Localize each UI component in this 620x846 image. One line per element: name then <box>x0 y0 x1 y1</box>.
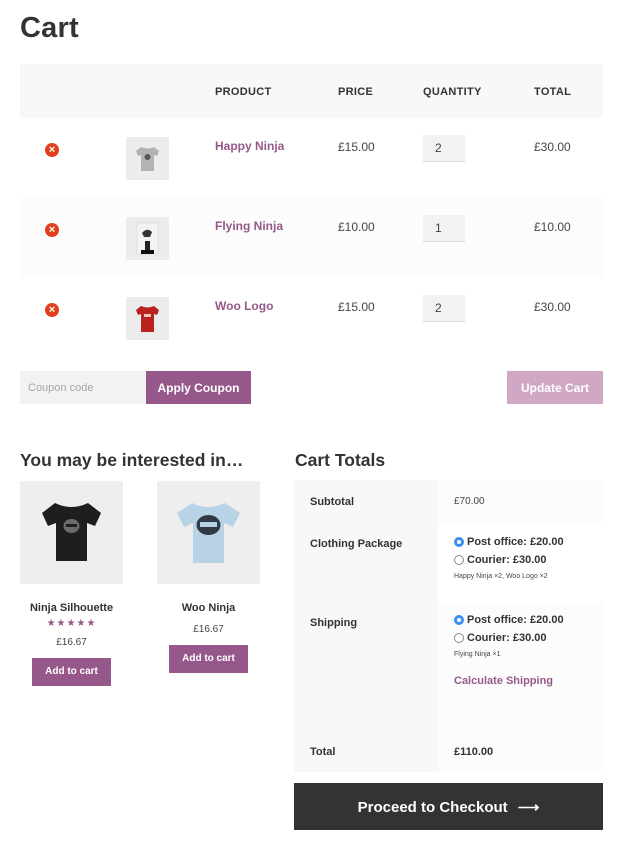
proceed-to-checkout-button[interactable]: Proceed to Checkout ⟶ <box>294 783 603 830</box>
product-subtotal: £10.00 <box>534 220 571 234</box>
option-label: Post office: £20.00 <box>467 614 564 626</box>
clothing-package-options: Post office: £20.00 Courier: £30.00 Happ… <box>438 523 603 602</box>
header-product: PRODUCT <box>215 86 272 98</box>
radio-button-checked[interactable] <box>454 537 464 547</box>
clothing-package-label: Clothing Package <box>294 523 438 602</box>
tshirt-icon <box>177 503 240 563</box>
shipping-option[interactable]: Courier: £30.00 <box>454 629 603 647</box>
cart-table-header: PRODUCT PRICE QUANTITY TOTAL <box>20 64 603 118</box>
product-link[interactable]: Happy Ninja <box>215 139 284 153</box>
product-link[interactable]: Woo Logo <box>215 299 273 313</box>
checkout-label: Proceed to Checkout <box>357 798 508 816</box>
add-to-cart-button[interactable]: Add to cart <box>169 645 248 673</box>
shipping-label: Shipping <box>294 602 438 732</box>
shipping-options: Post office: £20.00 Courier: £30.00 Flyi… <box>438 602 603 732</box>
quantity-input[interactable] <box>423 215 465 242</box>
star-rating: ★★★★★ <box>46 618 97 629</box>
shipping-row: Shipping Post office: £20.00 Courier: £3… <box>294 602 603 732</box>
radio-button[interactable] <box>454 555 464 565</box>
cart-item-row: × Happy Ninja £15.00 £30.00 <box>20 118 603 198</box>
cross-sell-product: Ninja Silhouette ★★★★★ £16.67 Add to car… <box>20 481 123 686</box>
product-price: £10.00 <box>338 220 375 234</box>
cart-item-row: × Flying Ninja £10.00 £10.00 <box>20 198 603 278</box>
calculate-shipping-link[interactable]: Calculate Shipping <box>454 675 553 687</box>
subtotal-value: £70.00 <box>438 480 603 523</box>
tshirt-icon <box>42 503 101 561</box>
remove-icon: × <box>48 224 56 236</box>
coupon-code-input[interactable] <box>20 371 146 404</box>
remove-item-button[interactable]: × <box>45 143 59 157</box>
option-label: Courier: £30.00 <box>467 554 547 566</box>
product-price: £15.00 <box>338 140 375 154</box>
product-subtotal: £30.00 <box>534 140 571 154</box>
order-total-row: Total £110.00 <box>294 732 603 772</box>
header-quantity: QUANTITY <box>423 86 482 98</box>
product-name[interactable]: Woo Ninja <box>157 602 260 614</box>
package-contents: Flying Ninja ×1 <box>454 651 501 658</box>
remove-item-button[interactable]: × <box>45 303 59 317</box>
tshirt-icon <box>136 147 159 171</box>
tshirt-icon <box>136 306 159 332</box>
product-name[interactable]: Ninja Silhouette <box>20 602 123 614</box>
header-price: PRICE <box>338 86 374 98</box>
product-thumbnail[interactable] <box>126 137 169 180</box>
package-contents: Happy Ninja ×2, Woo Logo ×2 <box>454 573 548 580</box>
product-price: £16.67 <box>193 624 224 635</box>
option-label: Courier: £30.00 <box>467 632 547 644</box>
cart-table: PRODUCT PRICE QUANTITY TOTAL × Happy Nin… <box>20 64 603 358</box>
total-label: Total <box>294 732 438 772</box>
product-image[interactable] <box>20 481 123 584</box>
quantity-input[interactable] <box>423 295 465 322</box>
arrow-right-icon: ⟶ <box>517 798 540 816</box>
subtotal-row: Subtotal £70.00 <box>294 480 603 523</box>
header-total: TOTAL <box>534 86 572 98</box>
quantity-input[interactable] <box>423 135 465 162</box>
remove-icon: × <box>48 304 56 316</box>
update-cart-button[interactable]: Update Cart <box>507 371 603 404</box>
product-thumbnail[interactable] <box>126 217 169 260</box>
cross-sell-product: Woo Ninja £16.67 Add to cart <box>157 481 260 673</box>
product-price: £15.00 <box>338 300 375 314</box>
radio-button[interactable] <box>454 633 464 643</box>
page-title: Cart <box>20 12 79 44</box>
cart-totals-table: Subtotal £70.00 Clothing Package Post of… <box>294 480 603 772</box>
apply-coupon-button[interactable]: Apply Coupon <box>146 371 251 404</box>
product-image[interactable] <box>157 481 260 584</box>
total-value: £110.00 <box>438 732 603 772</box>
product-thumbnail[interactable] <box>126 297 169 340</box>
product-price: £16.67 <box>56 637 87 648</box>
shipping-option[interactable]: Post office: £20.00 <box>454 533 603 551</box>
shipping-option[interactable]: Courier: £30.00 <box>454 551 603 569</box>
shipping-option[interactable]: Post office: £20.00 <box>454 611 603 629</box>
radio-button-checked[interactable] <box>454 615 464 625</box>
option-label: Post office: £20.00 <box>467 536 564 548</box>
product-link[interactable]: Flying Ninja <box>215 219 283 233</box>
remove-icon: × <box>48 144 56 156</box>
poster-icon <box>136 222 159 255</box>
cross-sells-heading: You may be interested in… <box>20 450 244 470</box>
cart-totals-heading: Cart Totals <box>295 450 386 470</box>
remove-item-button[interactable]: × <box>45 223 59 237</box>
clothing-package-row: Clothing Package Post office: £20.00 Cou… <box>294 523 603 602</box>
add-to-cart-button[interactable]: Add to cart <box>32 658 111 686</box>
product-subtotal: £30.00 <box>534 300 571 314</box>
cart-item-row: × Woo Logo £15.00 £30.00 <box>20 278 603 358</box>
subtotal-label: Subtotal <box>294 480 438 523</box>
